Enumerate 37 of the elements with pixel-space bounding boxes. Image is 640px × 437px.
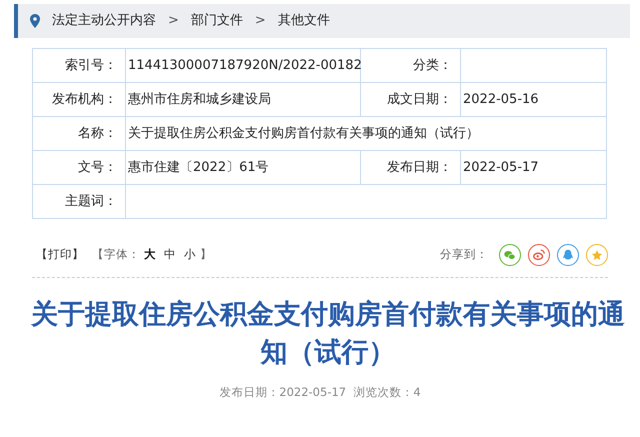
breadcrumb-link[interactable]: 部门文件 xyxy=(190,11,243,31)
font-size-label: 【字体： xyxy=(92,246,140,264)
font-size-option[interactable]: 小 xyxy=(184,246,196,264)
breadcrumb-separator: > xyxy=(168,12,179,30)
breadcrumb-separator: > xyxy=(254,12,266,30)
field-value: 关于提取住房公积金支付购房首付款有关事项的通知（试行） xyxy=(128,126,479,141)
location-pin-icon xyxy=(30,14,40,28)
breadcrumb-link[interactable]: 法定主动公开内容 xyxy=(52,11,156,31)
font-size-option[interactable]: 中 xyxy=(164,246,176,264)
star-share-button[interactable] xyxy=(586,244,608,266)
wechat-icon xyxy=(503,248,517,262)
field-label: 发布机构： xyxy=(52,92,117,107)
bracket-text: 】 xyxy=(200,246,212,264)
field-label: 分类： xyxy=(413,58,452,73)
field-label: 成文日期： xyxy=(387,92,452,107)
field-label: 名称： xyxy=(78,126,117,141)
wechat-share-button[interactable] xyxy=(499,244,521,266)
share-label: 分享到： xyxy=(440,246,488,264)
field-label: 主题词： xyxy=(65,194,117,209)
field-value: 2022-05-17 xyxy=(463,160,539,175)
print-link[interactable]: 【打印】 xyxy=(36,246,84,264)
field-value: 2022-05-16 xyxy=(463,92,539,107)
star-icon xyxy=(590,248,604,262)
field-value: 11441300007187920N/2022-00182 xyxy=(128,58,362,73)
font-size-option[interactable]: 大 xyxy=(144,246,156,264)
article-meta: 发布日期：2022-05-17 浏览次数：4 xyxy=(218,384,422,401)
field-label: 发布日期： xyxy=(387,160,452,175)
penguin-share-button[interactable] xyxy=(557,244,579,266)
field-label: 索引号： xyxy=(65,58,117,73)
breadcrumb-link[interactable]: 其他文件 xyxy=(278,11,330,31)
field-label: 文号： xyxy=(78,160,117,175)
weibo-icon xyxy=(532,248,546,262)
penguin-icon xyxy=(561,248,575,262)
weibo-share-button[interactable] xyxy=(528,244,550,266)
article-title: 关于提取住房公积金支付购房首付款有关事项的通知（试行） xyxy=(30,298,626,370)
field-value: 惠市住建〔2022〕61号 xyxy=(128,160,269,175)
field-value: 惠州市住房和城乡建设局 xyxy=(128,92,271,107)
